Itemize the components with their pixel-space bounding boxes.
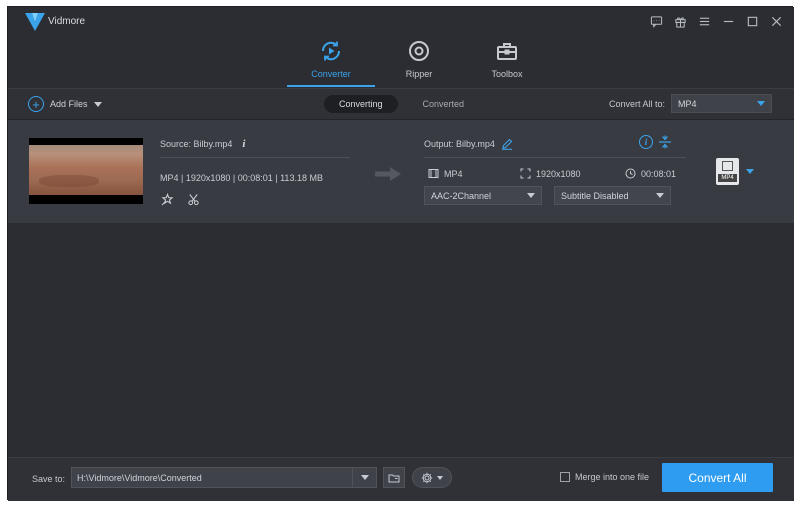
convert-all-format-select[interactable]: MP4 [671,94,772,113]
resolution-icon [520,168,531,179]
convert-all-format-value: MP4 [678,99,697,109]
output-format-group: MP4 [428,168,463,179]
file-item: Source: Bilby.mp4 i MP4 | 1920x1080 | 00… [8,120,794,223]
bottom-bar: Save to: H:\Vidmore\Vidmore\Converted Me… [8,457,794,501]
film-icon [428,168,439,179]
output-duration: 00:08:01 [641,169,676,179]
film-icon [722,161,733,171]
tab-toolbox[interactable]: Toolbox [463,39,551,87]
ripper-icon [407,39,431,63]
toolbox-icon [495,39,519,63]
menu-icon[interactable] [695,12,714,31]
thumbnail-image [29,145,143,195]
chevron-down-icon[interactable] [352,468,376,487]
output-resolution: 1920x1080 [536,169,581,179]
compress-icon[interactable] [658,135,672,149]
subtitle-value: Subtitle Disabled [561,191,629,201]
output-duration-group: 00:08:01 [625,168,676,179]
window-controls [647,12,786,31]
active-tab-underline [287,85,375,87]
main-nav: Converter Ripper Toolbox [287,39,551,87]
gear-icon [421,472,433,484]
chevron-down-icon [437,476,443,480]
audio-track-select[interactable]: AAC-2Channel [424,186,542,205]
divider [160,157,350,158]
app-name: Vidmore [48,16,85,27]
vidmore-logo-icon [24,12,46,32]
minimize-icon[interactable] [719,12,738,31]
merge-option[interactable]: Merge into one file [560,472,649,482]
tab-ripper-label: Ripper [406,69,433,79]
add-files-label: Add Files [50,99,88,109]
tab-toolbox-label: Toolbox [491,69,522,79]
merge-checkbox[interactable] [560,472,570,482]
status-segment: Converting Converted [324,95,479,113]
feedback-icon[interactable] [647,12,666,31]
merge-label: Merge into one file [575,472,649,482]
folder-icon [388,472,400,484]
convert-all-to-label: Convert All to: [609,99,665,109]
rename-pencil-icon[interactable] [501,138,513,150]
app-window: Vidmore [7,6,793,500]
output-resolution-group: 1920x1080 [520,168,581,179]
output-meta: MP4 1920x1080 00:08:01 [424,168,686,182]
edit-effects-icon[interactable] [160,192,174,206]
chevron-down-icon [656,193,664,198]
tab-converter[interactable]: Converter [287,39,375,87]
source-meta: MP4 | 1920x1080 | 00:08:01 | 113.18 MB [160,173,323,183]
source-file-name: Source: Bilby.mp4 [160,139,232,149]
chevron-down-icon[interactable] [746,169,754,174]
scissors-icon[interactable] [186,192,200,206]
converter-icon [319,39,343,63]
convert-all-button[interactable]: Convert All [662,463,773,492]
close-icon[interactable] [767,12,786,31]
audio-track-value: AAC-2Channel [431,191,491,201]
gift-icon[interactable] [671,12,690,31]
divider [424,157,686,158]
format-badge: MP4 [718,174,737,182]
maximize-icon[interactable] [743,12,762,31]
subtitle-select[interactable]: Subtitle Disabled [554,186,671,205]
info-icon[interactable]: i [242,138,245,150]
clock-icon [625,168,636,179]
source-name-row: Source: Bilby.mp4 i [160,138,245,150]
output-file-name: Output: Bilby.mp4 [424,139,495,149]
media-info-icon[interactable]: i [639,135,653,149]
tab-converter-label: Converter [311,69,351,79]
toolbar: + Add Files Converting Converted Convert… [8,88,794,120]
arrow-right-icon [375,167,401,181]
add-files-button[interactable]: + Add Files [28,96,102,112]
file-list-area [8,223,794,457]
chevron-down-icon[interactable] [94,102,102,107]
settings-button[interactable] [412,467,452,488]
chevron-down-icon [527,193,535,198]
save-path-field[interactable]: H:\Vidmore\Vidmore\Converted [71,467,377,488]
save-to-label: Save to: [32,474,65,484]
tab-converting[interactable]: Converting [324,95,398,113]
add-icon: + [28,96,44,112]
tab-ripper[interactable]: Ripper [375,39,463,87]
output-format-icon[interactable]: MP4 [716,158,739,185]
output-name-row: Output: Bilby.mp4 [424,138,513,150]
open-folder-button[interactable] [383,467,405,488]
output-format: MP4 [444,169,463,179]
chevron-down-icon [757,101,765,106]
source-tools [160,192,200,206]
save-path-value: H:\Vidmore\Vidmore\Converted [77,473,202,483]
video-thumbnail[interactable] [29,138,143,204]
title-bar: Vidmore [8,7,794,88]
tab-converted[interactable]: Converted [408,95,480,113]
